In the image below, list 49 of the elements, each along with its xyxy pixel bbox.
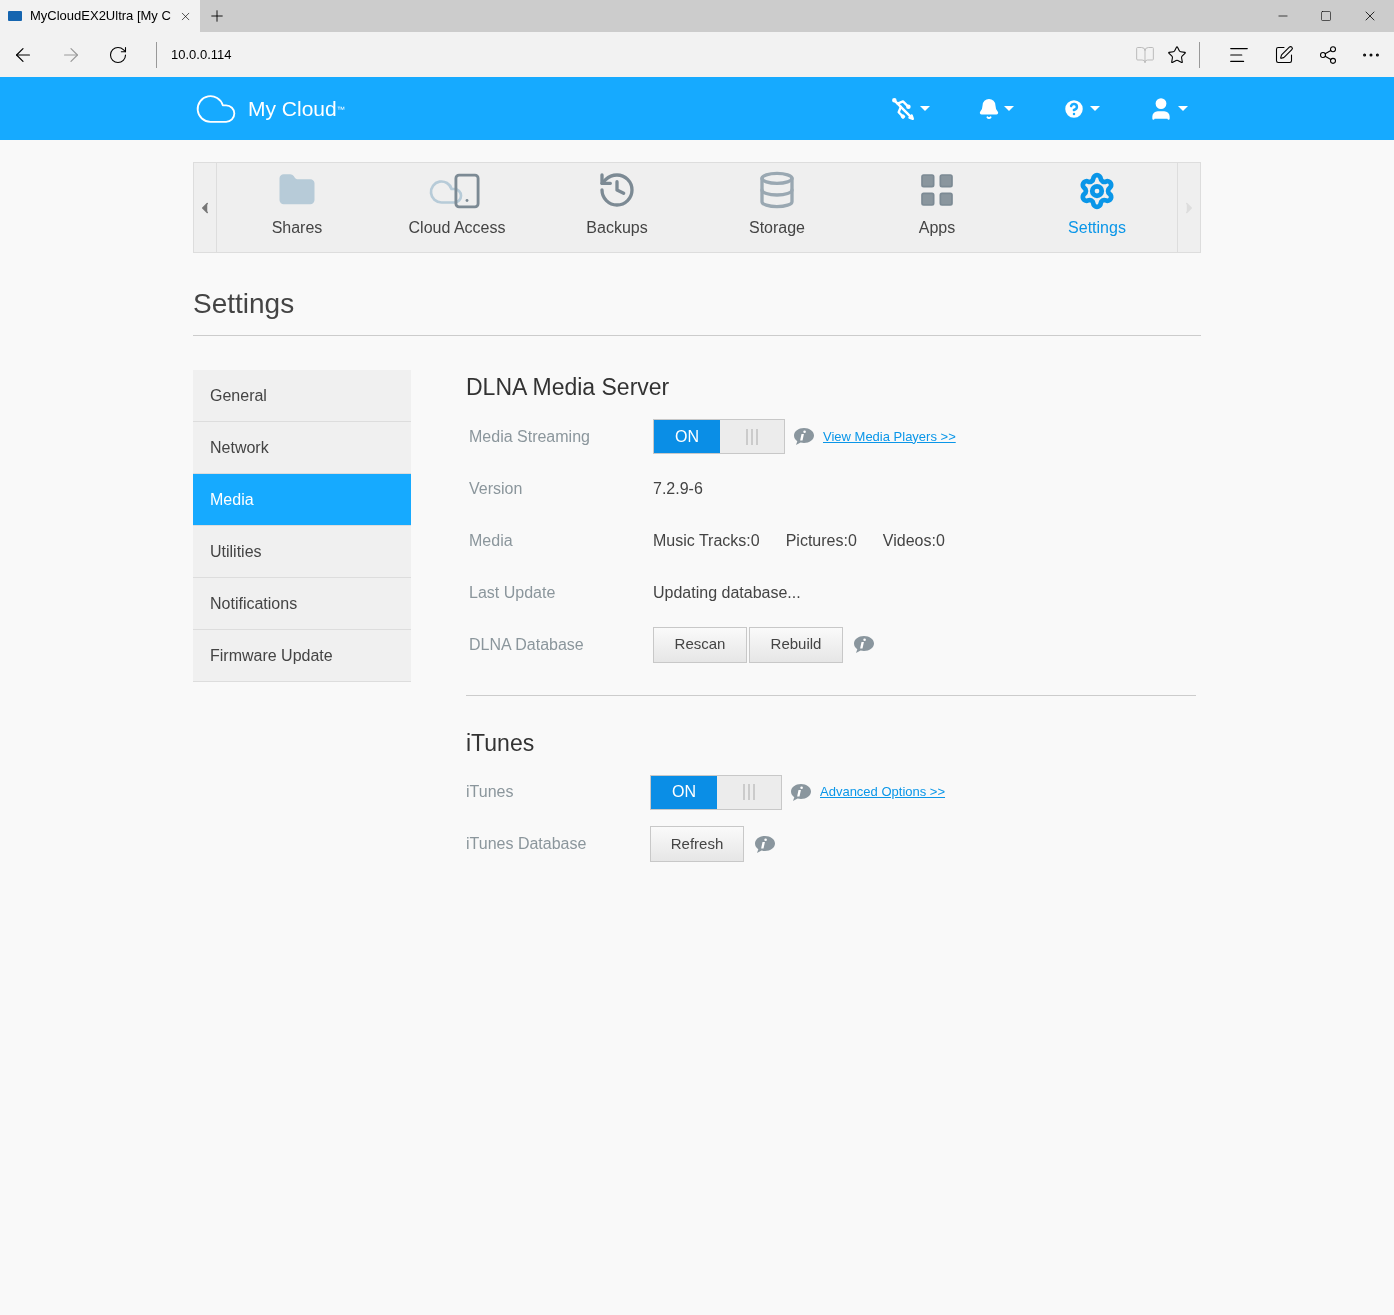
caret-icon	[920, 106, 930, 111]
caret-icon	[1178, 106, 1188, 111]
action-button[interactable]: Rebuild	[749, 626, 843, 663]
grip-icon	[742, 784, 756, 800]
value-text: Videos:0	[882, 530, 945, 551]
new-tab-icon[interactable]	[208, 7, 226, 25]
field-label: Last Update	[469, 582, 557, 603]
field-label: Media Streaming	[469, 426, 591, 447]
value-text: Updating database...	[653, 582, 801, 603]
info-icon[interactable]	[790, 782, 812, 802]
section-title: DLNA Media Server	[466, 373, 671, 402]
field-label: DLNA Database	[469, 634, 585, 655]
usb-icon[interactable]	[890, 95, 916, 122]
favorite-icon[interactable]	[1167, 44, 1187, 65]
grip-icon	[745, 428, 759, 445]
nav-tab[interactable]: Cloud Access	[377, 163, 537, 252]
action-button[interactable]: Refresh	[650, 826, 744, 862]
site-logo-icon	[8, 11, 22, 21]
nav-tab[interactable]: Backups	[537, 163, 697, 252]
action-button[interactable]: Rescan	[653, 626, 747, 663]
share-icon[interactable]	[1318, 44, 1338, 65]
value-text: Pictures:0	[785, 530, 857, 551]
field-label: iTunes Database	[466, 834, 588, 854]
info-icon[interactable]	[853, 635, 875, 654]
settings-icon	[1078, 172, 1116, 210]
info-icon[interactable]	[754, 834, 776, 854]
refresh-icon[interactable]	[108, 44, 128, 65]
logo-text: My Cloud$^{™}$	[248, 95, 345, 122]
value-text: 7.2.9-6	[653, 478, 703, 499]
field-label: Media	[469, 530, 514, 551]
caret-icon	[1004, 106, 1014, 111]
database-icon	[757, 170, 797, 210]
info-icon[interactable]	[793, 427, 815, 446]
field-label: iTunes	[466, 782, 515, 802]
nav-tab[interactable]: Shares	[217, 163, 377, 252]
note-icon[interactable]	[1274, 44, 1294, 65]
browser-tab[interactable]: MyCloudEX2Ultra [My C	[0, 0, 200, 32]
bell-icon[interactable]	[978, 97, 1000, 120]
tab-title: MyCloudEX2Ultra [My C	[30, 7, 171, 26]
backup-icon	[597, 170, 637, 210]
nav-tab[interactable]: Storage	[697, 163, 857, 252]
field-label: Version	[469, 478, 524, 499]
reading-view-icon[interactable]	[1135, 44, 1155, 65]
nav-tab[interactable]: Apps	[857, 163, 1017, 252]
maximize-icon[interactable]	[1320, 10, 1332, 22]
page-title: Settings	[193, 287, 296, 321]
value-text: Music Tracks:0	[653, 530, 760, 551]
section-title: iTunes	[466, 728, 536, 758]
caret-icon	[1090, 106, 1100, 111]
